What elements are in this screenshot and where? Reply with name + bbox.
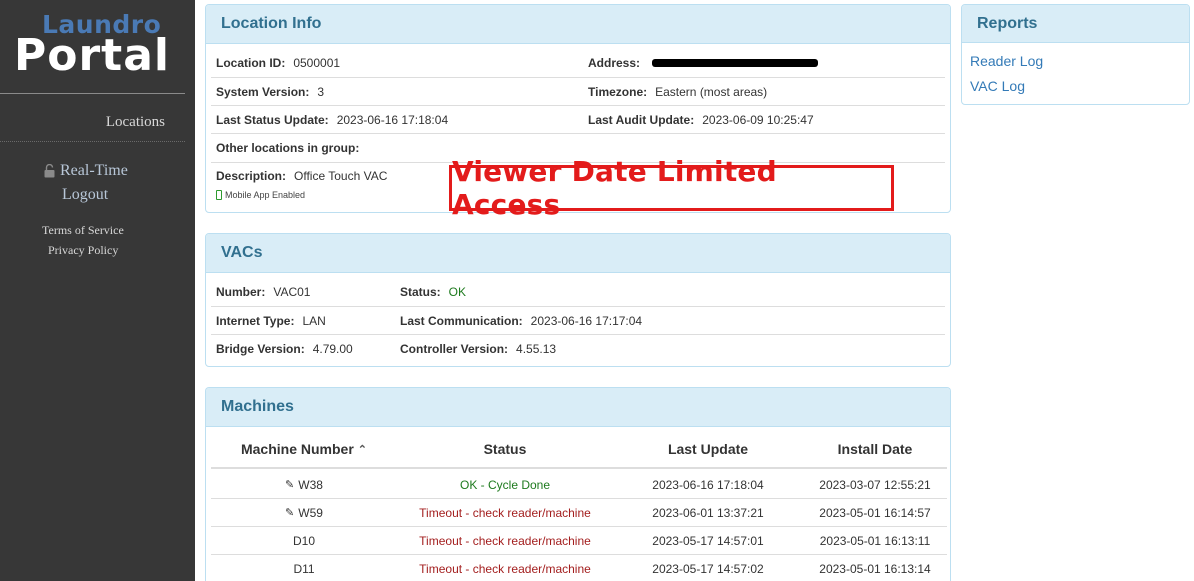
last-communication-label: Last Communication: — [400, 313, 523, 328]
last-communication-value: 2023-06-16 17:17:04 — [530, 313, 643, 328]
table-row[interactable]: ✎ W59 Timeout - check reader/machine 2023-0… — [211, 499, 947, 527]
internet-type-label: Internet Type: — [216, 313, 295, 328]
machine-status-cell: Timeout - check reader/machine — [419, 505, 591, 520]
timezone-label: Timezone: — [588, 84, 648, 99]
access-watermark: Viewer Date Limited Access — [449, 155, 894, 221]
sidebar: Laundro Portal Locations Real-Time Logou… — [0, 0, 195, 581]
vacs-title: VACs — [221, 244, 263, 261]
machine-number-cell[interactable]: D10 — [211, 527, 397, 554]
unlock-icon — [44, 164, 55, 178]
address-label: Address: — [588, 56, 641, 70]
install-date-cell: 2023-05-01 16:13:11 — [819, 533, 931, 548]
panel-heading: Reports — [962, 5, 1189, 43]
machine-status-cell: Timeout - check reader/machine — [419, 561, 591, 576]
nav-locations-link[interactable]: Locations — [106, 114, 165, 131]
description-value: Office Touch VAC — [294, 169, 388, 183]
nav-logout-link[interactable]: Logout — [62, 186, 108, 204]
machine-number: D10 — [292, 533, 315, 548]
panel-heading: Location Info — [206, 5, 950, 44]
bridge-version-value: 4.79.00 — [312, 341, 353, 356]
panel-heading: Machines — [206, 388, 950, 427]
info-row: System Version: 3 Timezone: Eastern (mos… — [211, 77, 945, 105]
info-row: Last Status Update: 2023-06-16 17:18:04 … — [211, 105, 945, 133]
last-update-cell: 2023-06-01 13:37:21 — [652, 505, 764, 520]
divider — [0, 93, 185, 94]
header-status[interactable]: Status — [397, 431, 613, 467]
location-id-label: Location ID: — [216, 56, 286, 70]
machines-title: Machines — [221, 398, 294, 415]
vac-status-label: Status: — [400, 285, 441, 299]
description-label: Description: — [216, 169, 287, 183]
table-row[interactable]: ✎ W38 OK - Cycle Done 2023-06-16 17:18:04 20… — [211, 471, 947, 499]
logo[interactable]: Laundro Portal — [14, 8, 174, 82]
header-install-date[interactable]: Install Date — [803, 431, 947, 467]
reports-panel: Reports Reader Log VAC Log — [961, 4, 1190, 105]
last-update-cell: 2023-05-17 14:57:02 — [652, 561, 764, 576]
vac-row: Number: VAC01 Status: OK — [211, 278, 945, 306]
divider — [0, 141, 185, 142]
nav-realtime-label: Real-Time — [60, 162, 128, 179]
reports-title: Reports — [977, 14, 1038, 32]
install-date-cell: 2023-05-01 16:13:14 — [819, 561, 931, 576]
table-header: Machine Number ⌃ Status Last Update Inst… — [211, 431, 947, 469]
reader-log-link[interactable]: Reader Log — [970, 53, 1043, 69]
machine-status-cell: Timeout - check reader/machine — [419, 533, 591, 548]
mobile-app-label: Mobile App Enabled — [225, 190, 306, 200]
vac-number-value: VAC01 — [273, 285, 311, 299]
bridge-version-label: Bridge Version: — [216, 341, 305, 356]
nav-realtime-link[interactable]: Real-Time — [44, 162, 128, 180]
last-update-cell: 2023-06-16 17:18:04 — [652, 477, 764, 492]
table-row[interactable]: D11 Timeout - check reader/machine 2023-05… — [211, 555, 947, 581]
chevron-up-icon: ⌃ — [357, 443, 368, 456]
controller-version-label: Controller Version: — [400, 341, 509, 356]
mobile-app-badge: Mobile App Enabled — [216, 190, 305, 200]
internet-type-value: LAN — [302, 313, 326, 328]
machine-number: D11 — [293, 561, 315, 576]
header-machine-number[interactable]: Machine Number ⌃ — [211, 431, 397, 467]
vac-number-label: Number: — [216, 285, 266, 299]
info-row: Location ID: 0500001 Address: — [211, 49, 945, 77]
machine-number-cell[interactable]: ✎ W38 — [211, 471, 397, 498]
vac-status-value: OK — [448, 285, 467, 299]
last-update-cell: 2023-05-17 14:57:01 — [652, 533, 764, 548]
vacs-panel: VACs Number: VAC01 Status: OK Internet T… — [205, 233, 951, 367]
location-info-title: Location Info — [221, 15, 322, 32]
last-audit-label: Last Audit Update: — [588, 112, 695, 127]
machine-number: W38 — [298, 477, 323, 492]
pencil-icon: ✎ — [285, 507, 295, 519]
location-id-value: 0500001 — [293, 56, 341, 70]
system-version-label: System Version: — [216, 84, 310, 99]
vac-log-link[interactable]: VAC Log — [970, 78, 1025, 94]
panel-heading: VACs — [206, 234, 950, 273]
install-date-cell: 2023-05-01 16:14:57 — [819, 505, 931, 520]
last-audit-value: 2023-06-09 10:25:47 — [702, 112, 814, 127]
install-date-cell: 2023-03-07 12:55:21 — [819, 477, 931, 492]
logo-bottom-text: Portal — [14, 30, 170, 81]
watermark-text: Viewer Date Limited Access — [452, 155, 777, 221]
mobile-phone-icon — [216, 190, 222, 200]
machine-number-cell[interactable]: D11 — [211, 555, 397, 581]
machine-number: W59 — [298, 505, 323, 520]
last-status-value: 2023-06-16 17:18:04 — [336, 112, 449, 127]
machine-number-cell[interactable]: ✎ W59 — [211, 499, 397, 526]
machines-panel: Machines Machine Number ⌃ Status Last Up… — [205, 387, 951, 581]
privacy-policy-link[interactable]: Privacy Policy — [48, 243, 118, 258]
controller-version-value: 4.55.13 — [516, 341, 557, 356]
other-locations-label: Other locations in group: — [216, 140, 360, 155]
last-status-label: Last Status Update: — [216, 112, 329, 127]
redacted-address — [652, 59, 819, 67]
header-last-update[interactable]: Last Update — [613, 431, 803, 467]
terms-of-service-link[interactable]: Terms of Service — [42, 223, 124, 238]
machine-status-cell: OK - Cycle Done — [459, 477, 551, 492]
vac-row: Bridge Version: 4.79.00 Controller Versi… — [211, 334, 945, 362]
vac-row: Internet Type: LAN Last Communication: 2… — [211, 306, 945, 334]
table-row[interactable]: D10 Timeout - check reader/machine 2023-05… — [211, 527, 947, 555]
system-version-value: 3 — [317, 84, 325, 99]
pencil-icon: ✎ — [285, 479, 295, 491]
timezone-value: Eastern (most areas) — [655, 84, 768, 99]
